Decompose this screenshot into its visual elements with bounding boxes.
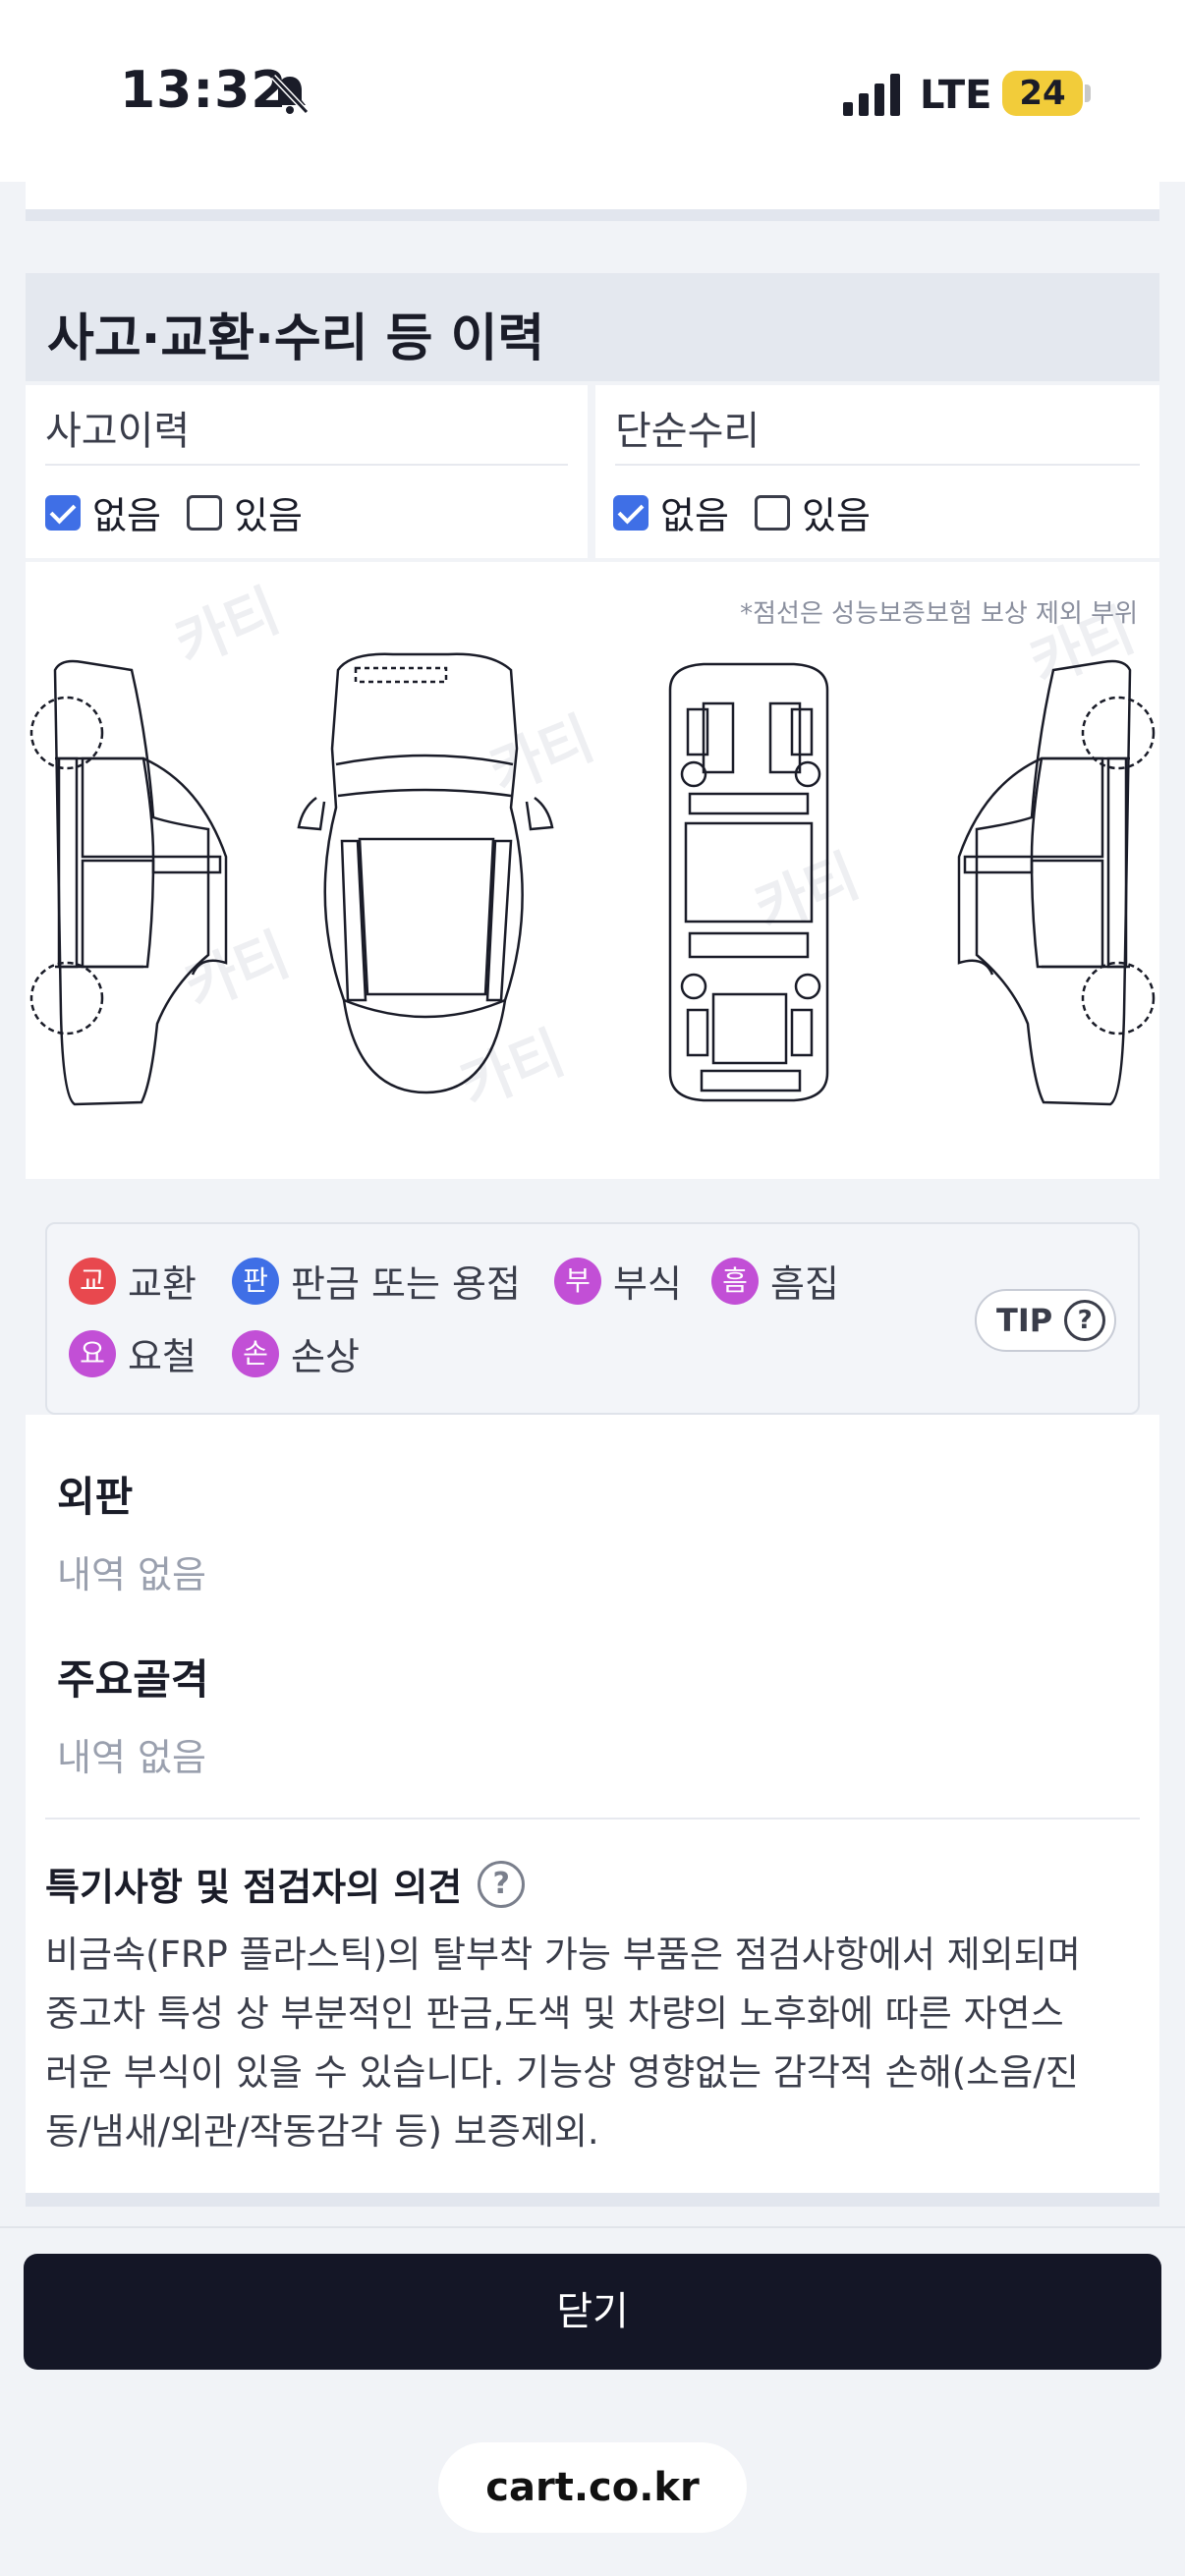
car-right-side-view [957, 659, 1156, 1106]
opinion-title: 특기사항 및 점검자의 의견 ? [45, 1857, 526, 1911]
battery-icon: 24 [1002, 71, 1083, 116]
checkbox-checked-icon[interactable] [613, 494, 649, 531]
simple-repair-label: 단순수리 [615, 409, 761, 454]
legend-label: 손상 [291, 1335, 360, 1378]
sheet-metal-badge: 판 [232, 1257, 279, 1305]
repair-none-label: 없음 [660, 494, 729, 537]
car-frame-view [668, 662, 829, 1102]
exterior-title: 외판 [57, 1473, 134, 1521]
exterior-value: 내역 없음 [57, 1553, 206, 1596]
close-button[interactable]: 닫기 [24, 2254, 1161, 2370]
divider [45, 1818, 1140, 1820]
status-bar: 13:32 LTE 24 [0, 0, 1185, 182]
legend-item-corrosion: 부 부식 [554, 1254, 682, 1308]
section-title: 사고·교환·수리 등 이력 [47, 309, 545, 368]
status-time: 13:32 [120, 61, 288, 120]
damage-badge: 손 [232, 1329, 279, 1377]
accident-none-option[interactable]: 없음 [45, 485, 161, 539]
previous-card-border [26, 209, 1159, 221]
legend-label: 요철 [128, 1335, 197, 1378]
help-question-icon[interactable]: ? [478, 1860, 526, 1908]
accident-history-card: 사고이력 없음 있음 [26, 385, 588, 558]
tip-label: TIP [996, 1302, 1053, 1339]
battery-tip [1085, 84, 1091, 102]
divider [615, 464, 1140, 466]
legend-item-scratch: 흠 흠집 [711, 1254, 839, 1308]
frame-title: 주요골격 [57, 1655, 209, 1704]
corrosion-badge: 부 [554, 1257, 601, 1305]
legend-label: 부식 [613, 1262, 682, 1306]
divider [45, 464, 568, 466]
opinion-title-text: 특기사항 및 점검자의 의견 [45, 1866, 463, 1909]
checkbox-unchecked-icon[interactable] [755, 494, 790, 531]
opinion-line: 중고차 특성 상 부분적인 판금,도색 및 차량의 노후화에 따른 자연스 [45, 1992, 1064, 2035]
bell-muted-icon [270, 74, 310, 115]
legend-box: 교 교환 판 판금 또는 용접 부 부식 흠 흠집 요 요철 손 손상 TIP … [45, 1222, 1140, 1415]
network-type: LTE [920, 73, 992, 118]
simple-repair-card: 단순수리 없음 있음 [595, 385, 1159, 558]
opinion-line: 비금속(FRP 플라스틱)의 탈부착 가능 부품은 점검사항에서 제외되며 [45, 1933, 1081, 1976]
dent-badge: 요 [69, 1329, 116, 1377]
repair-none-option[interactable]: 없음 [613, 485, 729, 539]
cellular-signal-icon [843, 74, 900, 116]
car-top-view [297, 652, 554, 1094]
checkbox-checked-icon[interactable] [45, 494, 81, 531]
opinion-line: 동/냄새/외관/작동감각 등) 보증제외. [45, 2110, 599, 2153]
opinion-text: 비금속(FRP 플라스틱)의 탈부착 가능 부품은 점검사항에서 제외되며 중고… [45, 1926, 1146, 2161]
opinion-line: 러운 부식이 있을 수 있습니다. 기능상 영향없는 감각적 손해(소음/진 [45, 2051, 1079, 2094]
legend-item-dent: 요 요철 [69, 1326, 197, 1380]
repair-exists-label: 있음 [802, 494, 871, 537]
car-outline [29, 652, 1156, 1106]
details-card-border [26, 2193, 1159, 2207]
checkbox-unchecked-icon[interactable] [187, 494, 222, 531]
legend-label: 판금 또는 용접 [291, 1262, 521, 1306]
legend-label: 교환 [128, 1262, 197, 1306]
legend-item-sheet-metal: 판 판금 또는 용접 [232, 1254, 521, 1308]
question-icon: ? [1064, 1300, 1106, 1341]
legend-item-damage: 손 손상 [232, 1326, 360, 1380]
legend-label: 흠집 [770, 1262, 839, 1306]
accident-none-label: 없음 [92, 494, 161, 537]
url-bar[interactable]: cart.co.kr [438, 2442, 747, 2533]
previous-card-remnant [26, 182, 1159, 209]
legend-item-exchange: 교 교환 [69, 1254, 197, 1308]
frame-value: 내역 없음 [57, 1736, 206, 1779]
accident-history-label: 사고이력 [45, 409, 191, 454]
scratch-badge: 흠 [711, 1257, 759, 1305]
repair-exists-option[interactable]: 있음 [755, 485, 871, 539]
car-diagram: 카티 카티 카티 카티 카티 카티 *점선은 성능보증보험 보상 제외 부위 [26, 562, 1159, 1179]
accident-exists-label: 있음 [234, 494, 303, 537]
exchange-badge: 교 [69, 1257, 116, 1305]
accident-exists-option[interactable]: 있음 [187, 485, 303, 539]
car-left-side-view [29, 659, 228, 1106]
tip-button[interactable]: TIP ? [975, 1289, 1116, 1352]
